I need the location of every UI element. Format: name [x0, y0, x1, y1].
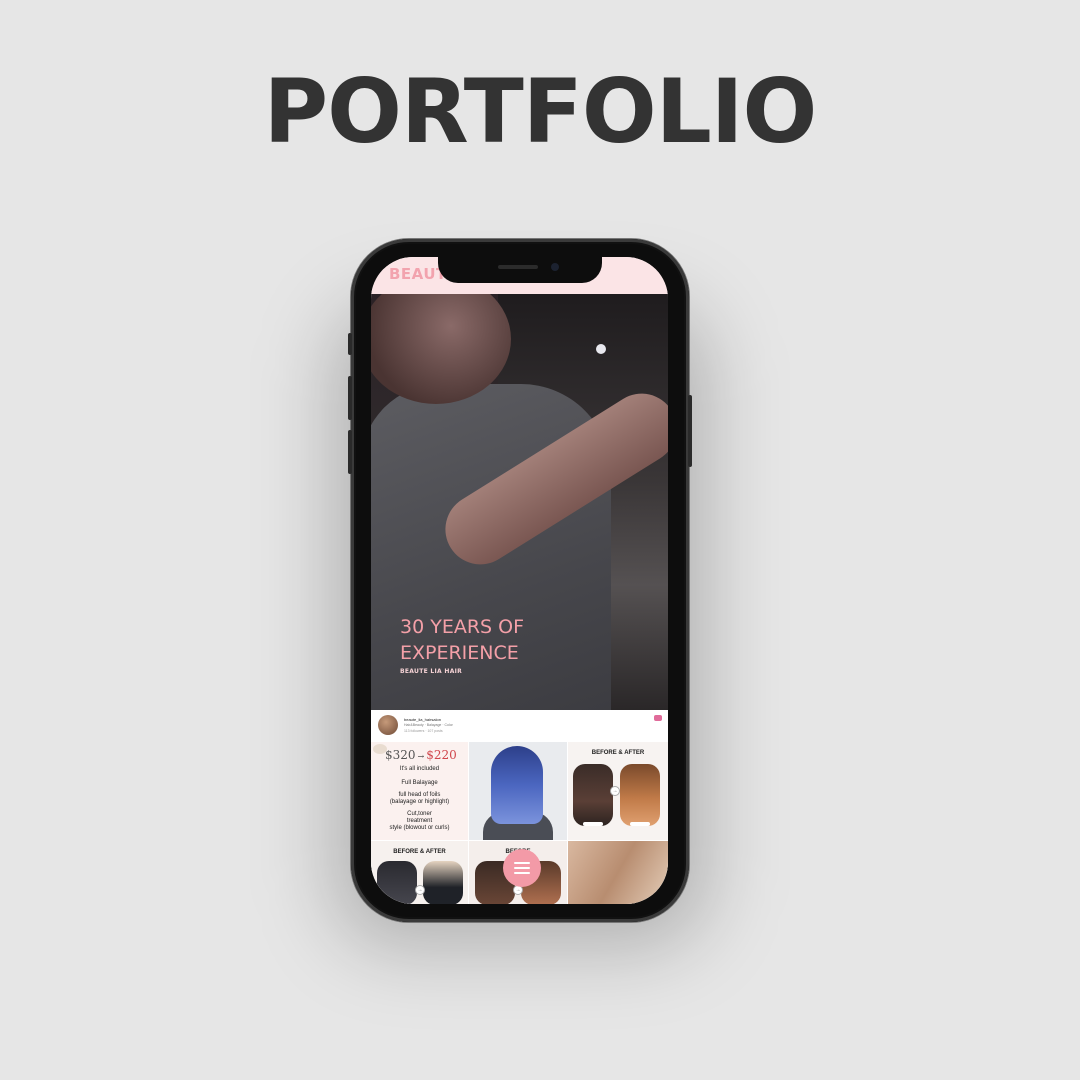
instagram-stats: 113 followers · 107 posts	[404, 729, 443, 733]
phone-screen: BEAUTE 30 YEARS OF EXPERIENCE BEAUTE LIA…	[371, 257, 668, 904]
feed-tile-promo[interactable]: $320 → $220 It's all included Full Balayag…	[371, 742, 468, 840]
feed-tile-blue-hair[interactable]	[469, 742, 567, 840]
feed-tile-before-after-2[interactable]: BEFORE & AFTER →	[371, 841, 468, 904]
promo-line: style (blowout or curls)	[389, 825, 450, 831]
promo-line: treatment	[406, 818, 433, 824]
hero-video[interactable]: 30 YEARS OF EXPERIENCE BEAUTE LIA HAIR	[371, 294, 668, 710]
instagram-handle[interactable]: beaute_lia_hairsalon	[404, 717, 441, 722]
promo-price: $320 → $220	[385, 748, 457, 762]
arrow-right-icon: →	[610, 786, 620, 796]
phone-side-button-power	[688, 395, 692, 467]
hamburger-menu-icon	[514, 872, 530, 874]
promo-line: (balayage or highlight)	[389, 799, 450, 805]
after-photo	[423, 861, 463, 904]
blue-hair-photo	[491, 746, 543, 824]
feed-tile-blonde-hair[interactable]	[568, 841, 668, 904]
instagram-bio: Hair&Beauty · Balayage · Color	[404, 723, 453, 727]
before-after-title: BEFORE & AFTER	[393, 849, 446, 855]
new-price: $220	[426, 748, 457, 762]
page-title: PORTFOLIO	[263, 60, 818, 163]
before-photo	[573, 764, 613, 826]
arrow-right-icon: →	[417, 752, 425, 761]
hero-light-spot	[596, 344, 606, 354]
instagram-icon[interactable]	[654, 715, 662, 721]
promo-line: Cut,toner	[407, 811, 432, 817]
old-price: $320	[385, 748, 416, 762]
promo-line: It's all included	[399, 766, 440, 772]
hamburger-menu-icon	[514, 867, 530, 869]
phone-side-button-silent	[348, 333, 352, 355]
feed-tile-before-after[interactable]: BEFORE & AFTER →	[568, 742, 668, 840]
phone-notch	[438, 257, 602, 283]
hero-headline: 30 YEARS OF EXPERIENCE	[400, 616, 525, 664]
phone-side-button-volume-up	[348, 376, 352, 420]
speaker-grille	[498, 265, 538, 269]
before-tag	[583, 822, 603, 826]
hero-subtitle: BEAUTE LIA HAIR	[400, 668, 463, 675]
promo-line: Full Balayage	[401, 780, 438, 786]
after-tag	[630, 822, 650, 826]
hero-text-block: 30 YEARS OF EXPERIENCE BEAUTE LIA HAIR	[400, 614, 600, 675]
hamburger-menu-button[interactable]	[503, 849, 541, 887]
hamburger-menu-icon	[514, 862, 530, 864]
phone-side-button-volume-down	[348, 430, 352, 474]
promo-line: full head of foils	[398, 792, 441, 798]
before-after-title: BEFORE & AFTER	[591, 750, 645, 756]
front-camera	[551, 263, 559, 271]
instagram-profile-bar[interactable]: beaute_lia_hairsalon Hair&Beauty · Balay…	[371, 710, 668, 742]
after-photo	[620, 764, 660, 826]
arrow-right-icon: →	[415, 885, 425, 895]
avatar[interactable]	[378, 715, 398, 735]
before-photo	[377, 861, 417, 904]
